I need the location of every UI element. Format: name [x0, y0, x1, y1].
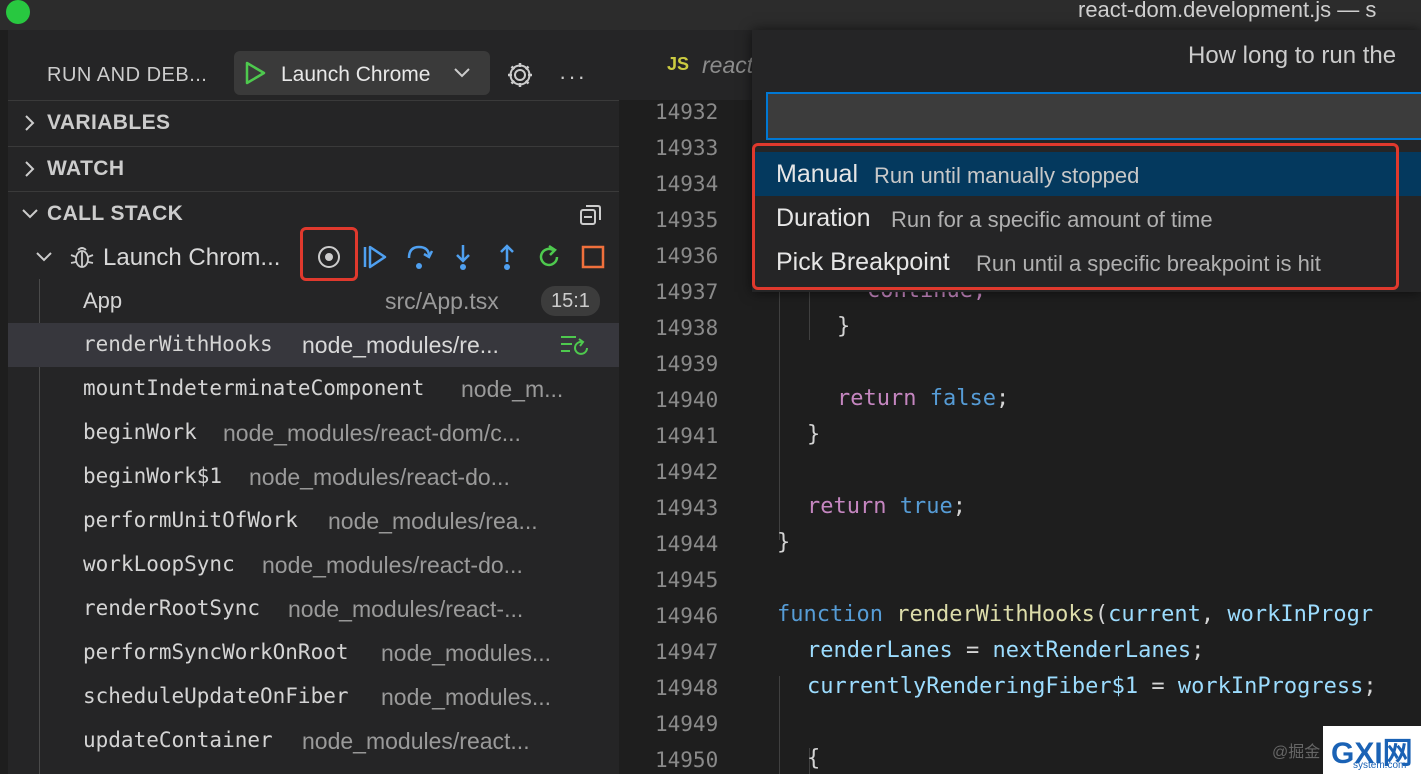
frame-source-path: node_modules/rea...: [328, 508, 538, 534]
more-actions-icon[interactable]: ···: [559, 64, 587, 90]
gear-icon[interactable]: [505, 60, 535, 90]
code-line: }: [777, 530, 791, 555]
call-stack-frame[interactable]: updateContainer node_modules/react...: [8, 719, 619, 763]
launch-config-label: Launch Chrome: [281, 63, 431, 86]
frame-line-badge: 15:1: [541, 286, 600, 316]
quick-pick-input[interactable]: [766, 92, 1421, 140]
chevron-right-icon: [25, 115, 35, 131]
function-name: renderWithHooks: [896, 602, 1095, 627]
run-to-location-icon[interactable]: [314, 242, 344, 272]
identifier: nextRenderLanes: [992, 638, 1192, 663]
chevron-down-icon: [36, 252, 52, 262]
play-icon[interactable]: [242, 60, 268, 86]
indent-guide: [779, 676, 780, 774]
frame-source-path: node_modules/react...: [302, 728, 530, 754]
editor-tab-label[interactable]: react: [702, 52, 753, 79]
identifier: workInProgress: [1177, 674, 1364, 699]
frame-function-name: App: [83, 288, 123, 313]
call-stack-frame[interactable]: renderRootSync node_modules/react-...: [8, 587, 619, 631]
frame-source-path: node_modules/react-do...: [249, 464, 510, 490]
call-stack-label: CALL STACK: [47, 202, 184, 225]
frame-source-path: node_modules/react-dom/c...: [223, 420, 521, 446]
frame-source-path: src/App.tsx: [385, 288, 499, 314]
title-bar: react-dom.development.js — s: [0, 0, 1421, 30]
restart-frame-icon[interactable]: [558, 332, 590, 358]
step-into-icon[interactable]: [448, 242, 478, 272]
variables-section-header[interactable]: VARIABLES: [8, 100, 619, 145]
restart-icon[interactable]: [534, 242, 564, 272]
frame-function-name: workLoopSync: [83, 552, 235, 576]
watermark-logo: GXI网 system.com: [1323, 726, 1421, 774]
frame-source-path: node_modules/react-...: [288, 596, 524, 622]
call-stack-frame[interactable]: App src/App.tsx 15:1: [8, 279, 619, 323]
debug-sidebar: RUN AND DEB... Launch Chrome ··· VARIABL…: [8, 30, 619, 774]
keyword: return: [837, 386, 917, 411]
frame-source-path: node_m...: [461, 376, 564, 402]
variables-label: VARIABLES: [47, 111, 171, 134]
watch-section-header[interactable]: WATCH: [8, 146, 619, 191]
param: workInProgr: [1227, 602, 1374, 627]
chevron-down-icon: [22, 209, 38, 219]
chevron-down-icon: [454, 68, 470, 78]
frame-source-path: node_modules...: [381, 684, 552, 710]
code-line: }: [807, 422, 821, 447]
code-line: currentlyRenderingFiber$1 = workInProgre…: [807, 674, 1377, 699]
code-line: return true;: [807, 494, 966, 519]
chevron-right-icon: [25, 161, 35, 177]
call-stack-frame[interactable]: beginWork node_modules/react-dom/c...: [8, 411, 619, 455]
stop-icon[interactable]: [578, 242, 608, 272]
call-stack-frame[interactable]: beginWork$1 node_modules/react-do...: [8, 455, 619, 499]
frame-function-name: beginWork$1: [83, 464, 223, 488]
frame-function-name: beginWork: [83, 420, 197, 444]
watch-label: WATCH: [47, 157, 125, 180]
debug-view-title: RUN AND DEB...: [47, 64, 208, 86]
code-line: }: [837, 314, 851, 339]
frame-function-name: performUnitOfWork: [83, 508, 298, 532]
frame-source-path: node_modules/react-do...: [262, 552, 523, 578]
highlight-annotation-box: [752, 143, 1399, 290]
frame-function-name: scheduleUpdateOnFiber: [83, 684, 349, 708]
frame-source-path: node_modules/re...: [302, 332, 499, 358]
identifier: renderLanes: [807, 638, 953, 663]
js-file-icon: JS: [667, 54, 690, 74]
continue-icon[interactable]: [360, 242, 390, 272]
window-title: react-dom.development.js — s: [1078, 0, 1377, 22]
call-stack-frame-selected[interactable]: renderWithHooks node_modules/re...: [8, 323, 619, 367]
watermark-text: @掘金: [1272, 744, 1321, 761]
call-stack-frame[interactable]: mountIndeterminateComponent node_m...: [8, 367, 619, 411]
code-line: function renderWithHooks(current, workIn…: [777, 602, 1374, 627]
step-over-icon[interactable]: [404, 242, 434, 272]
step-out-icon[interactable]: [492, 242, 522, 272]
literal: true: [899, 494, 953, 519]
frame-function-name: renderWithHooks: [83, 332, 273, 356]
frame-function-name: updateContainer: [83, 728, 273, 752]
debug-session-label: Launch Chrom...: [103, 244, 281, 271]
param: current: [1108, 602, 1201, 627]
bug-icon: [70, 247, 94, 268]
launch-config-dropdown[interactable]: Launch Chrome: [234, 51, 490, 95]
call-stack-frame[interactable]: performSyncWorkOnRoot node_modules...: [8, 631, 619, 675]
quick-pick-title: How long to run the: [1188, 42, 1397, 69]
code-line: return false;: [837, 386, 1010, 411]
debug-session-row[interactable]: Launch Chrom...: [8, 227, 619, 281]
call-stack-frame[interactable]: scheduleUpdateOnFiber node_modules...: [8, 675, 619, 719]
indent-guide: [779, 280, 780, 540]
keyword: return: [807, 494, 887, 519]
watermark-sub-text: system.com: [1353, 760, 1407, 771]
literal: false: [929, 386, 996, 411]
debug-header: RUN AND DEB... Launch Chrome ···: [8, 38, 619, 98]
window-zoom-button[interactable]: [6, 0, 30, 24]
collapse-all-icon[interactable]: [578, 202, 604, 228]
keyword: function: [777, 602, 883, 627]
identifier: currentlyRenderingFiber$1: [807, 674, 1139, 699]
frame-function-name: performSyncWorkOnRoot: [83, 640, 349, 664]
frame-source-path: node_modules...: [381, 640, 552, 666]
frame-function-name: renderRootSync: [83, 596, 261, 620]
frame-function-name: mountIndeterminateComponent: [83, 376, 425, 400]
call-stack-frame[interactable]: workLoopSync node_modules/react-do...: [8, 543, 619, 587]
call-stack-frame[interactable]: performUnitOfWork node_modules/rea...: [8, 499, 619, 543]
code-line: {: [807, 746, 821, 771]
code-line: renderLanes = nextRenderLanes;: [807, 638, 1205, 663]
